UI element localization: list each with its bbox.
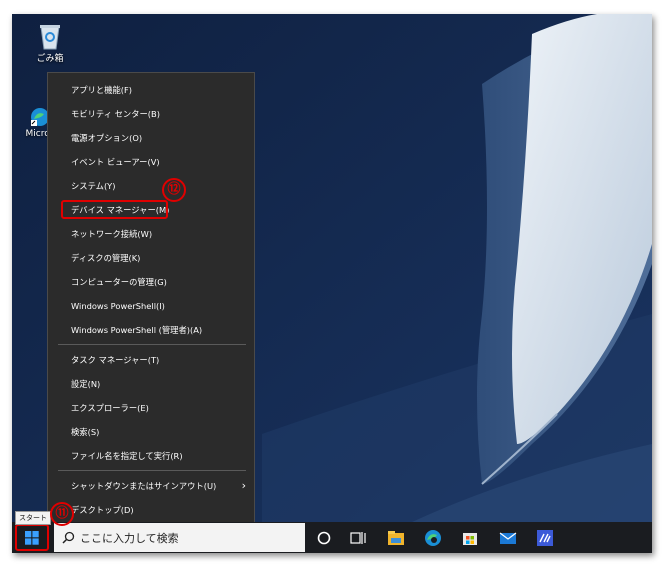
search-placeholder: ここに入力して検索	[80, 532, 179, 545]
mail-icon[interactable]	[498, 528, 518, 548]
menu-item-power-options[interactable]: 電源オプション(O)	[48, 127, 254, 149]
menu-item-search[interactable]: 検索(S)	[48, 421, 254, 443]
menu-item-task-manager[interactable]: タスク マネージャー(T)	[48, 349, 254, 371]
desktop-screen: ごみ箱 Micros アプリと機能(F) モビリティ センター(B) 電源オプシ…	[12, 14, 652, 553]
menu-item-mobility-center[interactable]: モビリティ センター(B)	[48, 103, 254, 125]
menu-item-explorer[interactable]: エクスプローラー(E)	[48, 397, 254, 419]
menu-item-shutdown-signout[interactable]: シャットダウンまたはサインアウト(U) ›	[48, 475, 254, 497]
step-12-badge: ⑫	[162, 178, 186, 202]
menu-item-shutdown-label: シャットダウンまたはサインアウト(U)	[71, 481, 217, 491]
menu-item-system[interactable]: システム(Y)	[48, 175, 254, 197]
menu-item-run[interactable]: ファイル名を指定して実行(R)	[48, 445, 254, 467]
app-icon[interactable]	[535, 528, 555, 548]
menu-item-settings[interactable]: 設定(N)	[48, 373, 254, 395]
menu-item-apps-features[interactable]: アプリと機能(F)	[48, 79, 254, 101]
step-11-badge: ⑪	[50, 502, 74, 526]
chevron-right-icon: ›	[241, 479, 246, 492]
menu-item-event-viewer[interactable]: イベント ビューアー(V)	[48, 151, 254, 173]
menu-item-network-connections[interactable]: ネットワーク接続(W)	[48, 223, 254, 245]
recycle-bin-icon	[40, 25, 60, 50]
menu-item-computer-management[interactable]: コンピューターの管理(G)	[48, 271, 254, 293]
menu-item-powershell[interactable]: Windows PowerShell(I)	[48, 295, 254, 317]
task-view-icon[interactable]	[348, 528, 368, 548]
menu-item-powershell-admin[interactable]: Windows PowerShell (管理者)(A)	[48, 319, 254, 341]
device-manager-highlight	[61, 200, 168, 219]
menu-item-desktop[interactable]: デスクトップ(D)	[48, 499, 254, 521]
taskbar: ここに入力して検索	[12, 522, 652, 553]
windows-logo-icon	[25, 531, 39, 545]
menu-separator	[58, 344, 246, 345]
recycle-bin-label: ごみ箱	[36, 54, 64, 64]
menu-item-disk-management[interactable]: ディスクの管理(K)	[48, 247, 254, 269]
search-box[interactable]: ここに入力して検索	[54, 523, 305, 552]
menu-separator	[58, 470, 246, 471]
search-icon	[62, 531, 75, 544]
start-button[interactable]	[15, 524, 49, 551]
start-tooltip: スタート	[15, 511, 51, 525]
store-icon[interactable]	[460, 528, 480, 548]
recycle-bin-desktop-icon[interactable]: ごみ箱	[20, 22, 80, 64]
winx-context-menu: アプリと機能(F) モビリティ センター(B) 電源オプション(O) イベント …	[47, 72, 255, 527]
edge-icon[interactable]	[423, 528, 443, 548]
file-explorer-icon[interactable]	[386, 528, 406, 548]
cortana-icon[interactable]	[314, 528, 334, 548]
